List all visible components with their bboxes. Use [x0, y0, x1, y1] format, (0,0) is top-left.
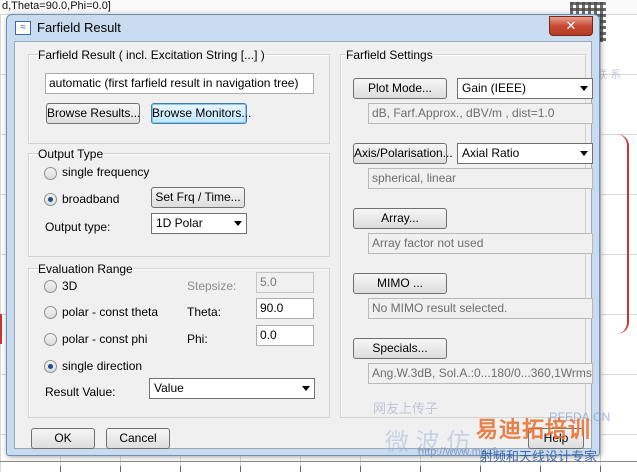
app-icon: ≈: [15, 21, 31, 35]
background-status-line: d,Theta=90.0,Phi=0.0]: [0, 0, 637, 14]
chevron-down-icon: [580, 151, 588, 156]
output-type-select[interactable]: 1D Polar: [151, 213, 247, 234]
chevron-down-icon: [302, 386, 310, 391]
plot-mode-info: dB, Farf.Approx., dBV/m , dist=1.0: [368, 103, 593, 124]
array-button[interactable]: Array...: [353, 208, 447, 229]
single-frequency-label[interactable]: single frequency: [62, 165, 149, 179]
stepsize-field: 5.0: [256, 272, 314, 293]
theta-field[interactable]: 90.0: [256, 298, 314, 319]
dialog-titlebar[interactable]: ≈ Farfield Result ✕: [7, 15, 599, 41]
specials-button[interactable]: Specials...: [353, 338, 447, 359]
output-type-value: 1D Polar: [156, 216, 203, 230]
axis-polarisation-select[interactable]: Axial Ratio: [457, 143, 593, 164]
single-frequency-radio[interactable]: [44, 167, 57, 180]
ok-button[interactable]: OK: [31, 428, 95, 449]
polar-const-phi-radio[interactable]: [44, 333, 57, 346]
watermark-text: 网友上传子: [373, 401, 439, 416]
watermark-logo: 易迪拓培训: [476, 417, 592, 442]
farfield-result-dialog: ≈ Farfield Result ✕ Farfield Result ( in…: [6, 14, 610, 456]
farfield-result-group: [28, 54, 330, 144]
close-button[interactable]: ✕: [549, 16, 593, 36]
single-direction-radio[interactable]: [44, 360, 57, 373]
browse-results-button[interactable]: Browse Results...: [46, 103, 140, 124]
output-type-group-label: Output Type: [38, 147, 104, 161]
chevron-down-icon: [580, 86, 588, 91]
mimo-button[interactable]: MIMO ...: [353, 273, 447, 294]
plot-mode-button[interactable]: Plot Mode...: [353, 78, 447, 99]
phi-field[interactable]: 0.0: [256, 325, 314, 346]
result-value-value: Value: [154, 381, 184, 395]
watermark-logo-subtitle: 射频和天线设计专家: [480, 449, 598, 464]
polar-const-theta-radio[interactable]: [44, 306, 57, 319]
farfield-settings-group-label: Farfield Settings: [346, 48, 433, 62]
axis-info: spherical, linear: [368, 168, 593, 189]
cancel-button[interactable]: Cancel: [106, 428, 170, 449]
polar-const-phi-label[interactable]: polar - const phi: [62, 332, 147, 346]
array-info: Array factor not used: [368, 233, 593, 254]
polar-const-theta-label[interactable]: polar - const theta: [62, 305, 158, 319]
farfield-result-name-field[interactable]: automatic (first farfield result in navi…: [45, 73, 314, 94]
mimo-info: No MIMO result selected.: [368, 298, 593, 319]
specials-info: Ang.W.3dB, Sol.A.:0...180/0...360,1Wrms: [368, 363, 593, 384]
eval-3d-label[interactable]: 3D: [62, 279, 77, 293]
single-direction-label[interactable]: single direction: [62, 359, 142, 373]
browse-monitors-button[interactable]: Browse Monitors...: [151, 103, 251, 124]
plot-mode-value: Gain (IEEE): [462, 81, 527, 95]
dialog-title: Farfield Result: [37, 20, 121, 35]
phi-label: Phi:: [187, 332, 208, 346]
dialog-client-area: Farfield Result ( incl. Excitation Strin…: [14, 41, 610, 456]
broadband-label[interactable]: broadband: [62, 192, 119, 206]
output-type-label: Output type:: [45, 220, 111, 234]
background-curve: [617, 134, 629, 334]
eval-3d-radio[interactable]: [44, 280, 57, 293]
evaluation-range-group-label: Evaluation Range: [38, 262, 133, 276]
farfield-result-group-label: Farfield Result ( incl. Excitation Strin…: [38, 48, 265, 62]
theta-label: Theta:: [187, 305, 222, 319]
stepsize-label: Stepsize:: [187, 279, 237, 293]
axis-polarisation-value: Axial Ratio: [462, 146, 520, 160]
result-value-select[interactable]: Value: [149, 378, 315, 399]
chevron-down-icon: [234, 221, 242, 226]
broadband-radio[interactable]: [44, 193, 57, 206]
close-icon: ✕: [565, 18, 577, 33]
result-value-label: Result Value:: [45, 385, 116, 399]
set-frq-time-button[interactable]: Set Frq / Time...: [151, 187, 245, 208]
axis-polarisation-button[interactable]: Axis/Polarisation...: [353, 143, 453, 164]
plot-mode-select[interactable]: Gain (IEEE): [457, 78, 593, 99]
